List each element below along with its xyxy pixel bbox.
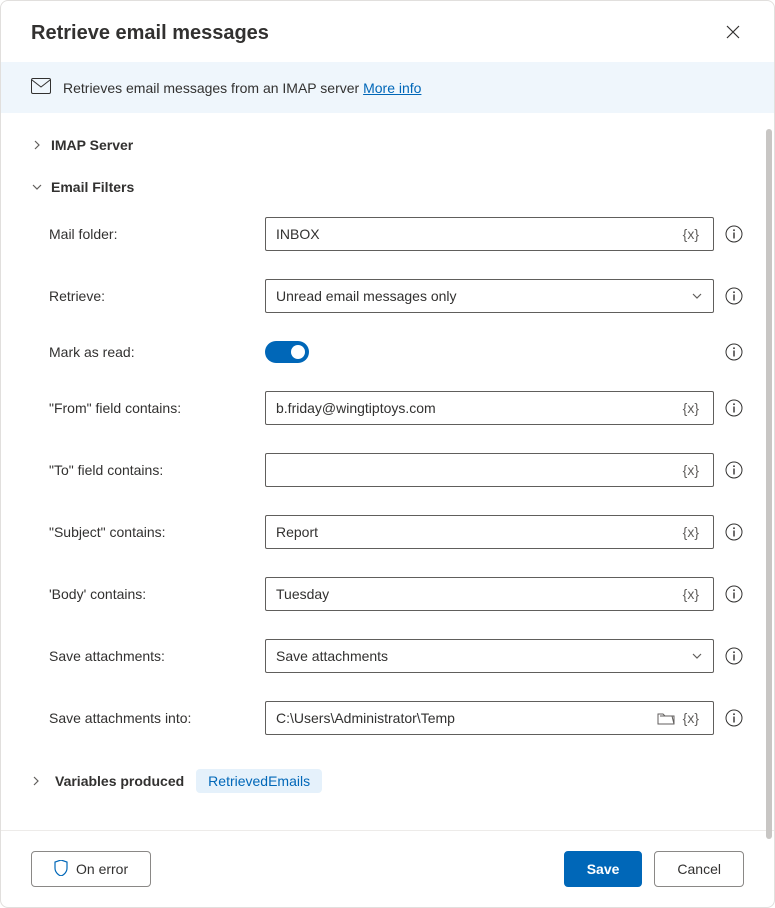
toggle-knob — [291, 345, 305, 359]
cancel-button[interactable]: Cancel — [654, 851, 744, 887]
variable-token-button[interactable]: {x} — [679, 524, 703, 540]
label-mark-as-read: Mark as read: — [31, 344, 249, 360]
chevron-right-icon — [31, 776, 43, 786]
info-icon[interactable] — [724, 342, 744, 362]
chevron-down-icon — [31, 182, 43, 192]
dialog-body: IMAP Server Email Filters Mail folder: {… — [1, 113, 774, 830]
label-save-attachments: Save attachments: — [31, 648, 249, 664]
row-to: "To" field contains: {x} — [31, 439, 744, 501]
info-icon[interactable] — [724, 286, 744, 306]
row-save-into: Save attachments into: {x} — [31, 687, 744, 749]
on-error-label: On error — [76, 861, 128, 877]
label-to: "To" field contains: — [31, 462, 249, 478]
save-attachments-value: Save attachments — [276, 648, 691, 664]
from-input-wrapper: {x} — [265, 391, 714, 425]
subject-input[interactable] — [276, 516, 679, 548]
save-into-input[interactable] — [276, 702, 653, 734]
section-header-imap[interactable]: IMAP Server — [31, 129, 744, 161]
save-button[interactable]: Save — [564, 851, 643, 887]
close-icon — [726, 25, 740, 42]
retrieve-value: Unread email messages only — [276, 288, 691, 304]
row-body: 'Body' contains: {x} — [31, 563, 744, 625]
label-save-into: Save attachments into: — [31, 710, 249, 726]
scrollbar[interactable] — [766, 129, 772, 839]
chevron-down-icon — [691, 650, 703, 662]
row-mail-folder: Mail folder: {x} — [31, 203, 744, 265]
info-icon[interactable] — [724, 460, 744, 480]
info-icon[interactable] — [724, 708, 744, 728]
mail-icon — [31, 78, 51, 97]
section-email-filters: Email Filters Mail folder: {x} Retrieve:… — [31, 171, 744, 749]
retrieve-select[interactable]: Unread email messages only — [265, 279, 714, 313]
label-mail-folder: Mail folder: — [31, 226, 249, 242]
label-subject: "Subject" contains: — [31, 524, 249, 540]
section-variables-produced[interactable]: Variables produced RetrievedEmails — [31, 759, 744, 803]
row-retrieve: Retrieve: Unread email messages only — [31, 265, 744, 327]
to-input-wrapper: {x} — [265, 453, 714, 487]
dialog-title: Retrieve email messages — [31, 22, 269, 45]
body-input-wrapper: {x} — [265, 577, 714, 611]
info-banner: Retrieves email messages from an IMAP se… — [1, 62, 774, 113]
mail-folder-input[interactable] — [276, 218, 679, 250]
mark-as-read-toggle[interactable] — [265, 341, 309, 363]
browse-folder-button[interactable] — [653, 711, 679, 725]
chevron-right-icon — [31, 140, 43, 150]
variable-chip[interactable]: RetrievedEmails — [196, 769, 322, 793]
section-title: Variables produced — [55, 773, 184, 789]
section-title: Email Filters — [51, 179, 134, 195]
save-attachments-select[interactable]: Save attachments — [265, 639, 714, 673]
dialog-footer: On error Save Cancel — [1, 830, 774, 907]
row-from: "From" field contains: {x} — [31, 377, 744, 439]
section-title: IMAP Server — [51, 137, 133, 153]
info-icon[interactable] — [724, 584, 744, 604]
variable-token-button[interactable]: {x} — [679, 462, 703, 478]
info-icon[interactable] — [724, 646, 744, 666]
variable-token-button[interactable]: {x} — [679, 226, 703, 242]
label-retrieve: Retrieve: — [31, 288, 249, 304]
chevron-down-icon — [691, 290, 703, 302]
variable-token-button[interactable]: {x} — [679, 400, 703, 416]
close-button[interactable] — [722, 21, 744, 46]
to-input[interactable] — [276, 454, 679, 486]
info-icon[interactable] — [724, 224, 744, 244]
info-icon[interactable] — [724, 522, 744, 542]
shield-icon — [54, 860, 68, 879]
label-body: 'Body' contains: — [31, 586, 249, 602]
info-icon[interactable] — [724, 398, 744, 418]
section-header-filters[interactable]: Email Filters — [31, 171, 744, 203]
banner-text: Retrieves email messages from an IMAP se… — [63, 80, 421, 96]
retrieve-email-dialog: Retrieve email messages Retrieves email … — [0, 0, 775, 908]
label-from: "From" field contains: — [31, 400, 249, 416]
subject-input-wrapper: {x} — [265, 515, 714, 549]
footer-right: Save Cancel — [564, 851, 744, 887]
variable-token-button[interactable]: {x} — [679, 586, 703, 602]
from-input[interactable] — [276, 392, 679, 424]
on-error-button[interactable]: On error — [31, 851, 151, 887]
row-save-attachments: Save attachments: Save attachments — [31, 625, 744, 687]
row-subject: "Subject" contains: {x} — [31, 501, 744, 563]
mail-folder-input-wrapper: {x} — [265, 217, 714, 251]
section-imap-server: IMAP Server — [31, 129, 744, 161]
variable-token-button[interactable]: {x} — [679, 710, 703, 726]
more-info-link[interactable]: More info — [363, 80, 421, 96]
save-into-input-wrapper: {x} — [265, 701, 714, 735]
row-mark-as-read: Mark as read: — [31, 327, 744, 377]
dialog-header: Retrieve email messages — [1, 1, 774, 62]
body-input[interactable] — [276, 578, 679, 610]
